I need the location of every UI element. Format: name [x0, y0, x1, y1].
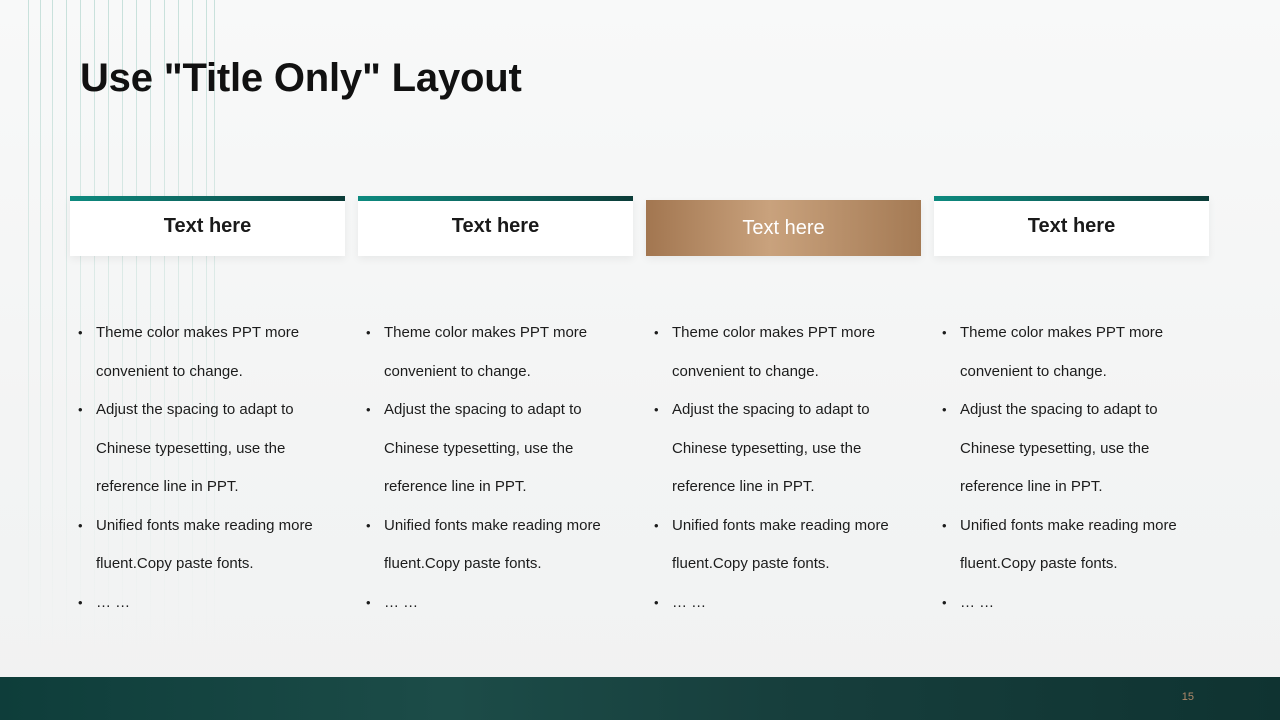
bullet-icon: •: [654, 517, 659, 533]
list-item: • Theme color makes PPT more convenient t…: [366, 314, 633, 391]
bullet-icon: •: [366, 325, 371, 340]
bullet-list: • Theme color makes PPT more convenient t…: [646, 314, 921, 622]
list-item: • Theme color makes PPT more convenient t…: [942, 314, 1209, 391]
column-3: Text here • Theme color makes PPT more co…: [646, 196, 921, 622]
column-4: Text here • Theme color makes PPT more co…: [934, 196, 1209, 622]
page-number: 15: [1181, 691, 1194, 703]
list-item: • … …: [942, 584, 1209, 623]
bullet-text: Unified fonts make reading more fluent.C…: [672, 516, 889, 573]
bullet-icon: •: [654, 594, 659, 610]
bullet-text: … …: [672, 593, 707, 611]
bullet-icon: •: [78, 402, 83, 417]
bullet-text: Adjust the spacing to adapt to Chinese t…: [384, 401, 582, 495]
bullet-text: Theme color makes PPT more convenient to…: [96, 324, 300, 380]
bullet-icon: •: [366, 517, 371, 533]
bullet-icon: •: [654, 402, 659, 417]
bullet-text: Theme color makes PPT more convenient to…: [384, 324, 588, 380]
column-2: Text here • Theme color makes PPT more co…: [358, 196, 633, 622]
bullet-text: … …: [96, 593, 131, 611]
list-item: • Adjust the spacing to adapt to Chinese …: [78, 391, 345, 507]
bullet-icon: •: [366, 402, 371, 417]
bullet-text: Unified fonts make reading more fluent.C…: [384, 516, 601, 573]
bullet-text: Unified fonts make reading more fluent.C…: [960, 516, 1177, 573]
list-item: • … …: [654, 584, 921, 623]
bullet-icon: •: [654, 325, 659, 340]
list-item: • Adjust the spacing to adapt to Chinese …: [366, 391, 633, 507]
bullet-icon: •: [942, 325, 947, 340]
bullet-icon: •: [942, 402, 947, 417]
bullet-icon: •: [78, 517, 83, 533]
bullet-text: Theme color makes PPT more convenient to…: [960, 324, 1164, 380]
bullet-text: … …: [960, 593, 995, 611]
bullet-icon: •: [78, 325, 83, 340]
list-item: • Unified fonts make reading more fluent.…: [654, 507, 921, 584]
bullet-text: Adjust the spacing to adapt to Chinese t…: [960, 401, 1158, 495]
bullet-icon: •: [942, 517, 947, 533]
bullet-icon: •: [942, 594, 947, 610]
bullet-list: • Theme color makes PPT more convenient t…: [934, 314, 1209, 622]
bullet-text: Theme color makes PPT more convenient to…: [672, 324, 876, 380]
bullet-list: • Theme color makes PPT more convenient t…: [70, 314, 345, 622]
column-header-highlighted: Text here: [646, 200, 921, 256]
bullet-icon: •: [78, 594, 83, 610]
list-item: • Unified fonts make reading more fluent.…: [78, 507, 345, 584]
column-1: Text here • Theme color makes PPT more co…: [70, 196, 345, 622]
bullet-text: Adjust the spacing to adapt to Chinese t…: [672, 401, 870, 495]
list-item: • Unified fonts make reading more fluent.…: [366, 507, 633, 584]
slide-title: Use "Title Only" Layout: [80, 56, 522, 100]
column-header: Text here: [70, 196, 345, 256]
bullet-text: Unified fonts make reading more fluent.C…: [96, 516, 313, 573]
column-header: Text here: [358, 196, 633, 256]
bullet-text: Adjust the spacing to adapt to Chinese t…: [96, 401, 294, 495]
bullet-icon: •: [366, 594, 371, 610]
bullet-text: … …: [384, 593, 419, 611]
column-header: Text here: [934, 196, 1209, 256]
list-item: • Theme color makes PPT more convenient t…: [78, 314, 345, 391]
bullet-list: • Theme color makes PPT more convenient t…: [358, 314, 633, 622]
list-item: • Theme color makes PPT more convenient t…: [654, 314, 921, 391]
list-item: • Unified fonts make reading more fluent.…: [942, 507, 1209, 584]
list-item: • … …: [366, 584, 633, 623]
list-item: • Adjust the spacing to adapt to Chinese …: [942, 391, 1209, 507]
list-item: • Adjust the spacing to adapt to Chinese …: [654, 391, 921, 507]
footer-bar: 15: [0, 677, 1280, 720]
list-item: • … …: [78, 584, 345, 623]
